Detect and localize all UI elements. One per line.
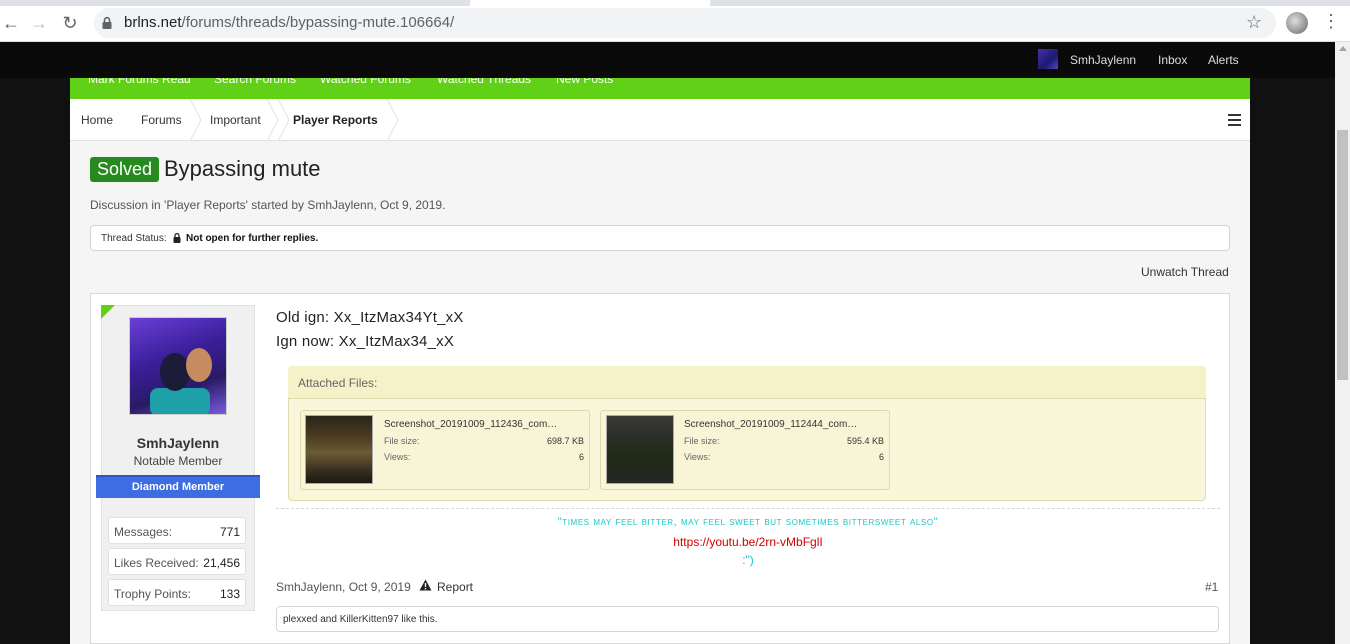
avatar-shape (160, 353, 190, 391)
lock-icon[interactable] (100, 16, 114, 30)
stat-value[interactable]: 21,456 (203, 556, 240, 570)
thread-status-box: Thread Status: Not open for further repl… (90, 225, 1230, 251)
unwatch-thread-link[interactable]: Unwatch Thread (1141, 265, 1229, 279)
avatar-shape (186, 348, 212, 382)
discussion-info: Discussion in 'Player Reports' started b… (90, 198, 446, 212)
reload-icon[interactable]: ↻ (59, 12, 81, 34)
file-size-label: File size: (384, 436, 420, 446)
signature-quote: "times may feel bitter, may feel sweet b… (557, 516, 939, 528)
views-label: Views: (384, 452, 411, 462)
tab-strip (0, 0, 1350, 6)
nav-search-forums[interactable]: Search Forums (214, 78, 296, 86)
post-meta[interactable]: SmhJaylenn, Oct 9, 2019 (276, 580, 411, 594)
back-arrow-icon[interactable]: ← (0, 12, 22, 34)
breadcrumb-player-reports[interactable]: Player Reports (293, 113, 378, 127)
breadcrumb-separator (277, 99, 290, 141)
online-indicator (101, 305, 115, 319)
url-text[interactable]: brlns.net/forums/threads/bypassing-mute.… (124, 14, 454, 31)
breadcrumb-home[interactable]: Home (81, 113, 113, 127)
signature-link[interactable]: https://youtu.be/2rn-vMbFglI (276, 535, 1220, 549)
stat-messages: Messages: 771 (108, 517, 246, 544)
warning-icon[interactable] (419, 579, 432, 591)
forum-subnav: Mark Forums Read Search Forums Watched F… (70, 78, 1250, 99)
nav-new-posts[interactable]: New Posts (556, 78, 613, 86)
signature-smile: :") (742, 553, 754, 567)
nav-watched-forums[interactable]: Watched Forums (320, 78, 411, 86)
post-author-name[interactable]: SmhJaylenn (101, 435, 255, 451)
user-title: Notable Member (133, 454, 223, 468)
nav-watched-threads[interactable]: Watched Threads (437, 78, 531, 86)
topbar-inbox[interactable]: Inbox (1158, 53, 1187, 67)
breadcrumb-separator (189, 99, 202, 141)
message-line: Ign now: Xx_ItzMax34_xX (276, 333, 455, 350)
browser-menu-icon[interactable]: ⋮ (1322, 11, 1340, 32)
post-number[interactable]: #1 (1205, 580, 1218, 594)
attachment-filename[interactable]: Screenshot_20191009_112444_com.mojang.mi… (684, 419, 859, 430)
stat-label: Likes Received: (114, 556, 199, 570)
bookmark-star-icon[interactable]: ☆ (1246, 12, 1262, 33)
rank-banner: Diamond Member (96, 475, 260, 498)
scrollbar-thumb[interactable] (1337, 130, 1348, 380)
stat-likes-received: Likes Received: 21,456 (108, 548, 246, 575)
topbar-alerts[interactable]: Alerts (1208, 53, 1239, 67)
thread-status-label: Thread Status: (101, 233, 167, 244)
attachment-filename[interactable]: Screenshot_20191009_112436_com.mojang.mi… (384, 419, 559, 430)
user-avatar-small[interactable] (1038, 49, 1058, 69)
file-size-value: 595.4 KB (846, 436, 884, 446)
attachment-thumbnail[interactable] (305, 415, 373, 484)
solved-prefix-badge: Solved (90, 157, 160, 182)
forward-arrow-icon[interactable]: → (28, 12, 50, 34)
stat-value[interactable]: 133 (220, 587, 240, 601)
thread-status-value: Not open for further replies. (186, 233, 319, 244)
report-link[interactable]: Report (437, 580, 473, 594)
views-value: 6 (578, 452, 584, 462)
user-avatar[interactable] (129, 317, 227, 415)
thread-title: Bypassing mute (164, 156, 321, 181)
views-label: Views: (684, 452, 711, 462)
url-path: /forums/threads/bypassing-mute.106664/ (181, 14, 455, 31)
topbar-username[interactable]: SmhJaylenn (1070, 53, 1136, 67)
attachments-header (288, 366, 1206, 399)
stat-trophy-points: Trophy Points: 133 (108, 579, 246, 606)
breadcrumb-important[interactable]: Important (210, 113, 261, 127)
likes-bar: plexxed and KillerKitten97 like this. (276, 606, 1219, 632)
file-size-label: File size: (684, 436, 720, 446)
profile-avatar[interactable] (1286, 12, 1308, 34)
breadcrumb-separator (386, 99, 399, 141)
breadcrumb: Home Forums Important Player Reports (70, 99, 1250, 141)
likes-summary[interactable]: plexxed and KillerKitten97 like this. (283, 614, 438, 625)
avatar-shape (150, 388, 210, 414)
message-line: Old ign: Xx_ItzMax34Yt_xX (276, 309, 464, 326)
breadcrumb-forums[interactable]: Forums (141, 113, 182, 127)
file-size-value: 698.7 KB (546, 436, 584, 446)
stat-label: Messages: (114, 525, 173, 539)
scroll-up-arrow-icon[interactable] (1339, 46, 1347, 51)
attachment-thumbnail[interactable] (606, 415, 674, 484)
active-tab[interactable] (470, 0, 710, 6)
url-host: brlns.net (124, 14, 182, 31)
stat-value[interactable]: 771 (220, 525, 240, 539)
hamburger-menu-icon[interactable] (1228, 114, 1241, 126)
lock-icon (173, 233, 181, 243)
nav-mark-forums-read[interactable]: Mark Forums Read (88, 78, 191, 86)
attachments-label: Attached Files: (298, 376, 378, 390)
stat-label: Trophy Points: (114, 587, 191, 601)
signature-divider (276, 508, 1220, 509)
views-value: 6 (878, 452, 884, 462)
